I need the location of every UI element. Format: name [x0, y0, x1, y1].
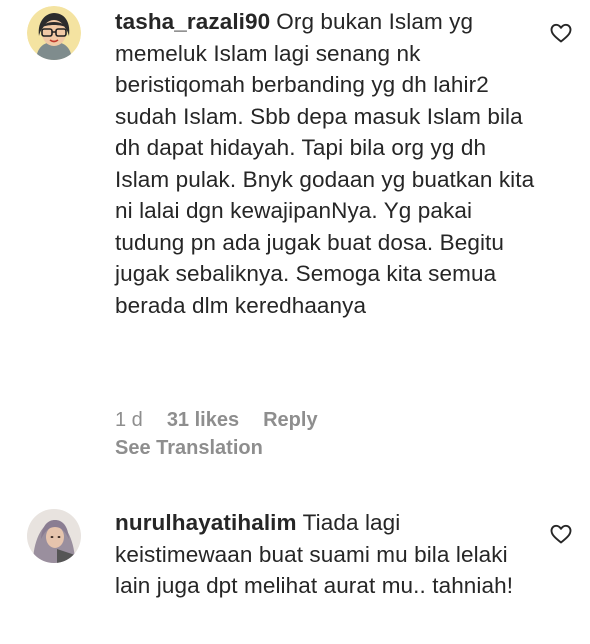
heart-outline-icon — [550, 524, 572, 544]
avatar[interactable] — [27, 509, 81, 563]
photo-avatar-icon — [27, 509, 81, 563]
comment-meta: 1 d 31 likes Reply — [115, 409, 318, 432]
cartoon-avatar-icon — [27, 6, 81, 60]
comment-username[interactable]: nurulhayatihalim — [115, 510, 297, 535]
likes-count[interactable]: 31 likes — [167, 409, 239, 432]
heart-outline-icon — [550, 23, 572, 43]
comment-text-block: tasha_razali90 Org bukan Islam yg memeluk… — [115, 6, 535, 321]
like-button[interactable] — [549, 522, 573, 546]
comment-text: Org bukan Islam yg memeluk Islam lagi se… — [115, 9, 535, 318]
comment-text-block: nurulhayatihalim Tiada lagi keistimewaan … — [115, 507, 535, 602]
reply-button[interactable]: Reply — [263, 409, 317, 432]
avatar[interactable] — [27, 6, 81, 60]
comment-username[interactable]: tasha_razali90 — [115, 9, 270, 34]
comment-timestamp: 1 d — [115, 409, 143, 431]
like-button[interactable] — [549, 21, 573, 45]
see-translation-link[interactable]: See Translation — [115, 437, 263, 460]
